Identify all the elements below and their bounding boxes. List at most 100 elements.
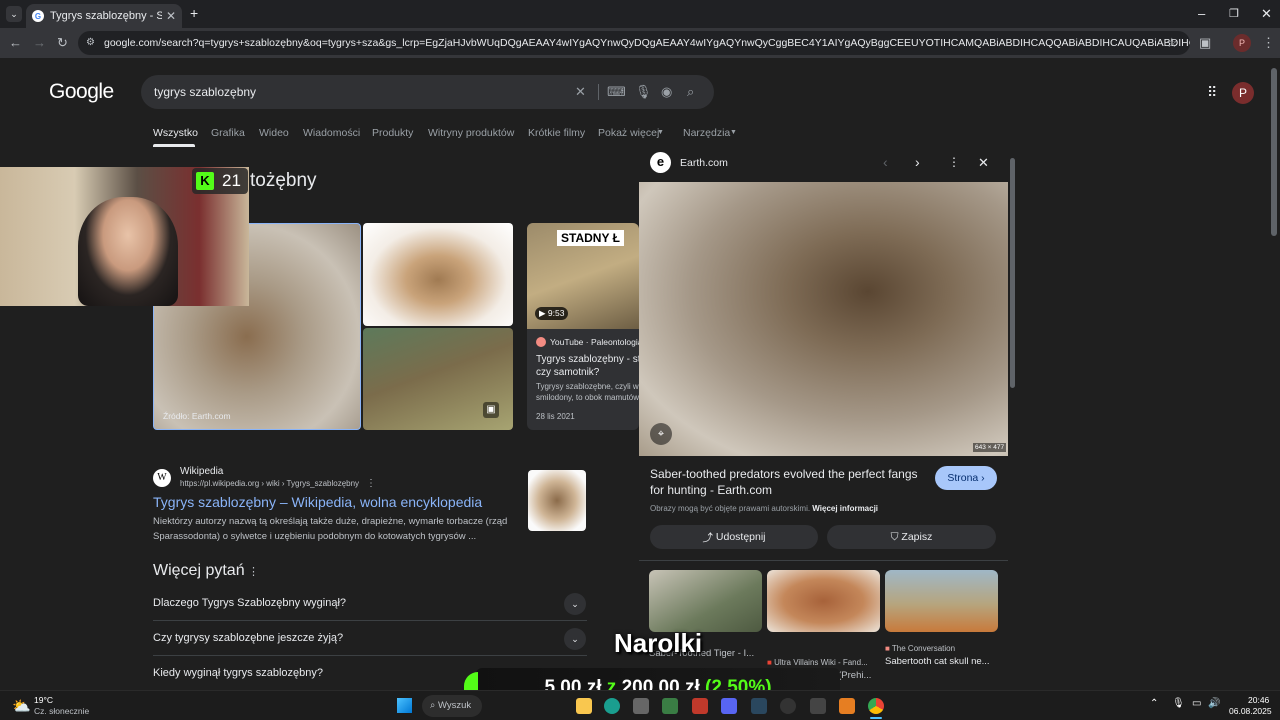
- weather-temp[interactable]: 19°C: [34, 695, 53, 705]
- expand-chevron-icon[interactable]: ⌄: [564, 628, 586, 650]
- minimize-button[interactable]: –: [1198, 6, 1205, 21]
- chevron-down-icon: ▼: [730, 129, 737, 136]
- edge-icon[interactable]: [604, 698, 620, 714]
- previous-icon[interactable]: ‹: [883, 154, 888, 170]
- result-title-link[interactable]: Tygrys szablozębny – Wikipedia, wolna en…: [153, 494, 482, 510]
- display-tray-icon[interactable]: ▭: [1192, 698, 1201, 709]
- tab-list-button[interactable]: ⌄: [6, 6, 22, 22]
- clear-icon[interactable]: ✕: [575, 75, 586, 109]
- image-result-cat[interactable]: ▣: [363, 328, 513, 430]
- more-info-link[interactable]: Więcej informacji: [812, 504, 878, 513]
- more-options-icon[interactable]: ⋮: [948, 155, 960, 169]
- microphone-icon[interactable]: 🎙: [635, 75, 652, 109]
- tab-news[interactable]: Wiadomości: [303, 127, 360, 139]
- tab-all[interactable]: Wszystko: [153, 127, 198, 139]
- image-gallery-icon[interactable]: ▣: [483, 402, 499, 418]
- app-icon[interactable]: [662, 698, 678, 714]
- clock-time[interactable]: 20:46: [1248, 695, 1269, 705]
- clock-date[interactable]: 06.08.2025: [1229, 706, 1272, 716]
- tab-images[interactable]: Grafika: [211, 127, 245, 139]
- site-info-icon[interactable]: ⚙: [86, 31, 95, 55]
- tab-video[interactable]: Wideo: [259, 127, 289, 139]
- image-result-skull[interactable]: [363, 223, 513, 326]
- bookmark-star-icon[interactable]: ☆: [1166, 35, 1178, 51]
- google-logo[interactable]: Google: [49, 80, 114, 104]
- panel-source[interactable]: Earth.com: [680, 157, 728, 169]
- close-panel-icon[interactable]: ✕: [978, 155, 989, 171]
- address-bar[interactable]: ⚙ google.com/search?q=tygrys+szablozębny…: [78, 31, 1190, 55]
- visit-button[interactable]: Strona ›: [935, 466, 997, 490]
- close-window-button[interactable]: ✕: [1261, 6, 1272, 22]
- steam-icon[interactable]: [751, 698, 767, 714]
- browser-toolbar: ← → ↻ ⚙ google.com/search?q=tygrys+szabl…: [0, 28, 1280, 58]
- youtube-title[interactable]: Tygrys szablozębny - sta czy samotnik?: [536, 353, 639, 379]
- tray-chevron-icon[interactable]: ⌃: [1150, 698, 1158, 709]
- app-icon[interactable]: [810, 698, 826, 714]
- lens-icon[interactable]: ◉: [661, 75, 672, 109]
- related-title[interactable]: Sabertooth cat skull ne...: [885, 656, 990, 667]
- google-favicon-icon: G: [32, 10, 44, 22]
- account-avatar[interactable]: P: [1232, 82, 1254, 104]
- forward-icon[interactable]: →: [33, 35, 46, 50]
- keyboard-icon[interactable]: ⌨: [607, 75, 626, 109]
- tab-tools[interactable]: Narzędzia: [683, 127, 730, 139]
- save-button[interactable]: ⛉ Zapisz: [827, 525, 996, 549]
- related-image[interactable]: [767, 570, 880, 632]
- lens-search-icon[interactable]: ⌖: [650, 423, 672, 445]
- app-icon[interactable]: [692, 698, 708, 714]
- preview-image[interactable]: ⌖ 643 × 477: [639, 182, 1008, 456]
- search-query: tygrys szablozębny: [154, 85, 257, 99]
- back-icon[interactable]: ←: [9, 35, 22, 50]
- chrome-icon[interactable]: [868, 698, 884, 714]
- microphone-tray-icon[interactable]: 🎙: [1172, 698, 1185, 709]
- related-image[interactable]: [885, 570, 998, 632]
- store-icon[interactable]: [633, 698, 649, 714]
- file-explorer-icon[interactable]: [576, 698, 592, 714]
- apps-grid-icon[interactable]: ⠿: [1207, 84, 1217, 101]
- page-title: tożębny: [250, 170, 317, 191]
- related-image[interactable]: [649, 570, 762, 632]
- search-icon[interactable]: ⌕: [687, 75, 694, 109]
- next-icon[interactable]: ›: [915, 154, 920, 170]
- save-label: Zapisz: [901, 531, 933, 543]
- maximize-button[interactable]: ❐: [1229, 7, 1239, 20]
- viewer-count: 21: [222, 171, 241, 190]
- tab-short-videos[interactable]: Krótkie filmy: [528, 127, 585, 139]
- new-tab-button[interactable]: +: [190, 5, 198, 21]
- panel-scrollbar[interactable]: [1010, 158, 1015, 388]
- taskbar-search[interactable]: ⌕ Wyszuk: [422, 695, 482, 717]
- paa-item[interactable]: Dlaczego Tygrys Szablozębny wyginął? ⌄: [153, 587, 587, 621]
- obs-icon[interactable]: [780, 698, 796, 714]
- panel-title[interactable]: Saber-toothed predators evolved the perf…: [650, 466, 920, 498]
- search-input[interactable]: tygrys szablozębny ✕ ⌨ 🎙 ◉ ⌕: [141, 75, 714, 109]
- share-label: Udostępnij: [715, 531, 766, 543]
- weather-icon[interactable]: ⛅: [12, 697, 31, 715]
- app-icon[interactable]: [839, 698, 855, 714]
- windows-start-icon[interactable]: [397, 698, 412, 713]
- menu-dots-icon[interactable]: ⋮: [1262, 35, 1275, 51]
- tab-product-sites[interactable]: Witryny produktów: [428, 127, 514, 139]
- discord-icon[interactable]: [721, 698, 737, 714]
- kick-logo-icon: K: [196, 172, 214, 190]
- weather-desc[interactable]: Cz. słonecznie: [34, 706, 89, 716]
- paa-menu-icon[interactable]: ⋮: [248, 565, 259, 578]
- reload-icon[interactable]: ↻: [57, 35, 68, 51]
- result-thumbnail[interactable]: [528, 470, 586, 531]
- result-menu-icon[interactable]: ⋮: [366, 478, 376, 489]
- expand-chevron-icon[interactable]: ⌄: [564, 593, 586, 615]
- paa-item[interactable]: Czy tygrysy szablozębne jeszcze żyją? ⌄: [153, 622, 587, 656]
- share-button[interactable]: ⤴ Udostępnij: [650, 525, 818, 549]
- page-scrollbar[interactable]: [1271, 68, 1277, 236]
- extensions-icon[interactable]: ▣: [1199, 35, 1211, 51]
- tab-more[interactable]: Pokaż więcej: [598, 127, 659, 139]
- browser-tab[interactable]: G Tygrys szablozębny - Szukaj w G ✕: [26, 4, 182, 28]
- wikipedia-favicon-icon: W: [153, 469, 171, 487]
- youtube-thumbnail[interactable]: STADNY Ł ▶ 9:53: [527, 223, 639, 329]
- youtube-result-card[interactable]: STADNY Ł ▶ 9:53 YouTube · Paleontologia …: [527, 223, 639, 430]
- youtube-snippet: Tygrysy szablozębne, czyli w smilodony, …: [536, 382, 639, 402]
- close-tab-icon[interactable]: ✕: [166, 9, 176, 23]
- tab-products[interactable]: Produkty: [372, 127, 413, 139]
- volume-icon[interactable]: 🔊: [1208, 698, 1220, 709]
- profile-avatar[interactable]: P: [1233, 34, 1251, 52]
- share-icon: ⤴: [702, 531, 713, 544]
